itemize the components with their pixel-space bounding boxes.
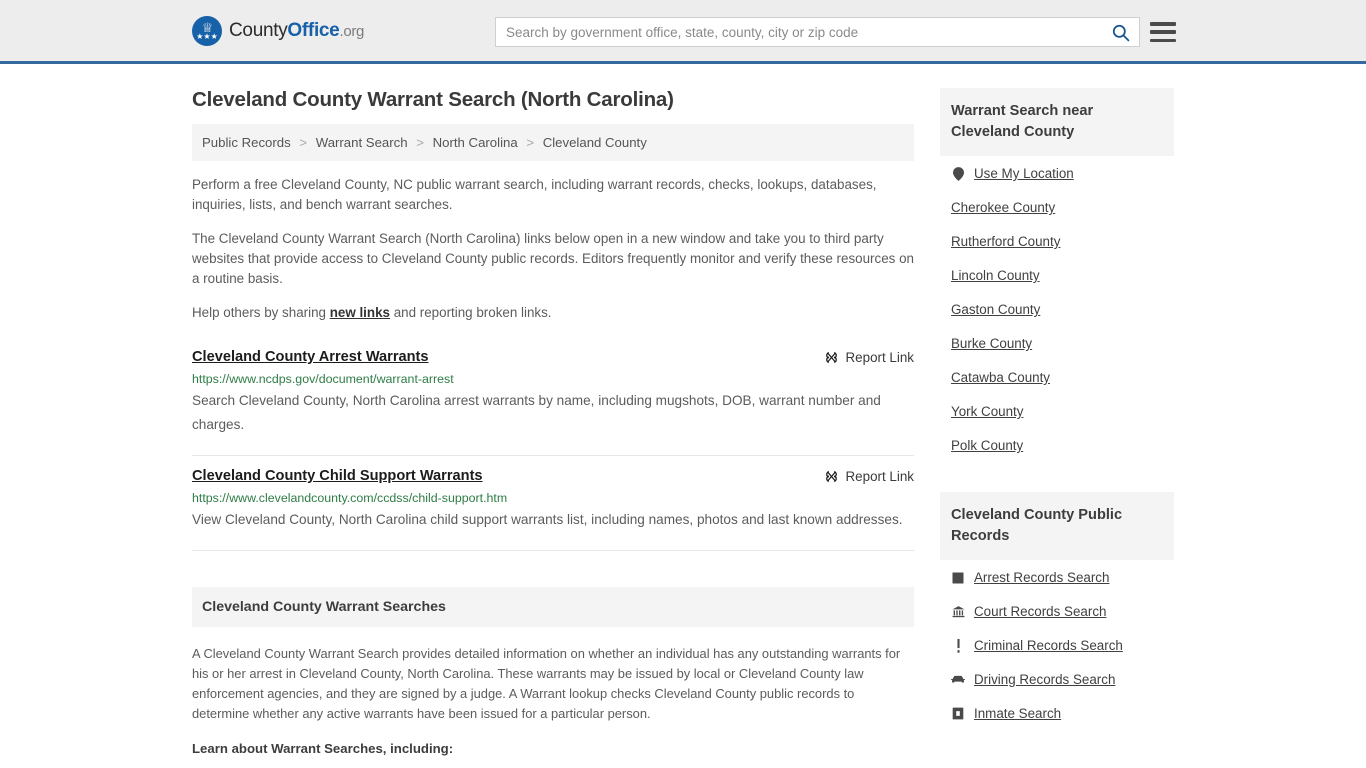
sidebar-public-records-heading: Cleveland County Public Records	[940, 492, 1174, 560]
listing-url: https://www.clevelandcounty.com/ccdss/ch…	[192, 491, 508, 505]
logo-text-county: County	[229, 19, 288, 41]
section-body-text: A Cleveland County Warrant Search provid…	[192, 646, 901, 721]
listing-item: Cleveland County Arrest Warrants Report …	[192, 337, 914, 456]
sidebar-item-gaston-county[interactable]: Gaston County	[940, 292, 1174, 326]
listing-header: Cleveland County Arrest Warrants Report …	[192, 349, 914, 365]
listing-title-link[interactable]: Cleveland County Child Support Warrants	[192, 468, 483, 484]
car-icon	[951, 674, 965, 685]
sidebar-item-polk-county[interactable]: Polk County	[940, 428, 1174, 462]
sidebar-item-burke-county[interactable]: Burke County	[940, 326, 1174, 360]
sidebar-item-court-records-search[interactable]: Court Records Search	[940, 594, 1174, 628]
broken-link-icon	[825, 471, 837, 482]
breadcrumb-item-3[interactable]: Cleveland County	[543, 135, 647, 150]
sidebar-public-records-list: Arrest Records Search Court Records Sear…	[940, 560, 1174, 730]
sidebar-link-label[interactable]: Criminal Records Search	[974, 638, 1123, 653]
listing-description: Search Cleveland County, North Carolina …	[192, 393, 881, 432]
listing-item: Cleveland County Child Support Warrants …	[192, 456, 914, 551]
intro-paragraph-1: Perform a free Cleveland County, NC publ…	[192, 177, 877, 212]
page-container: Cleveland County Warrant Search (North C…	[0, 64, 1366, 768]
search-button[interactable]	[1101, 18, 1139, 46]
sidebar-link-label[interactable]: Use My Location	[974, 166, 1074, 181]
sidebar-item-cherokee-county[interactable]: Cherokee County	[940, 190, 1174, 224]
logo-text: CountyOffice.org	[229, 20, 364, 42]
courthouse-icon	[951, 605, 965, 618]
report-link-label: Report Link	[845, 350, 914, 365]
search-icon	[1112, 24, 1129, 41]
hamburger-bar-1	[1150, 22, 1176, 26]
sidebar-nearby-heading: Warrant Search near Cleveland County	[940, 88, 1174, 156]
sidebar-item-driving-records-search[interactable]: Driving Records Search	[940, 662, 1174, 696]
new-links-link[interactable]: new links	[330, 305, 390, 320]
share-text-post: and reporting broken links.	[389, 305, 552, 320]
countyoffice-emblem-icon: ♕ ★★★	[192, 15, 222, 46]
intro-paragraph-2: The Cleveland County Warrant Search (Nor…	[192, 231, 914, 286]
exclamation-icon	[951, 638, 965, 653]
report-link-button[interactable]: Report Link	[824, 349, 914, 365]
inmate-icon	[951, 707, 965, 720]
sidebar-item-rutherford-county[interactable]: Rutherford County	[940, 224, 1174, 258]
sidebar: Warrant Search near Cleveland County Use…	[940, 64, 1174, 730]
share-text-pre: Help others by sharing	[192, 305, 330, 320]
sidebar-link-label[interactable]: Driving Records Search	[974, 672, 1115, 687]
listing-title-link[interactable]: Cleveland County Arrest Warrants	[192, 349, 429, 365]
intro-paragraph-3: Help others by sharing new links and rep…	[192, 303, 914, 323]
breadcrumb-item-2[interactable]: North Carolina	[433, 135, 518, 150]
sidebar-item-inmate-search[interactable]: Inmate Search	[940, 696, 1174, 730]
sidebar-link-label[interactable]: Polk County	[951, 438, 1023, 453]
report-link-label: Report Link	[845, 469, 914, 484]
breadcrumb: Public Records > Warrant Search > North …	[192, 124, 914, 161]
sidebar-link-label[interactable]: Cherokee County	[951, 200, 1055, 215]
site-logo[interactable]: ♕ ★★★ CountyOffice.org	[192, 15, 364, 46]
sidebar-item-use-my-location[interactable]: Use My Location	[940, 156, 1174, 190]
breadcrumb-item-0[interactable]: Public Records	[202, 135, 291, 150]
section-subheading: Learn about Warrant Searches, including:	[192, 741, 454, 756]
sidebar-item-arrest-records-search[interactable]: Arrest Records Search	[940, 560, 1174, 594]
sidebar-item-catawba-county[interactable]: Catawba County	[940, 360, 1174, 394]
section-heading: Cleveland County Warrant Searches	[192, 587, 914, 627]
report-link-button[interactable]: Report Link	[824, 468, 914, 484]
logo-text-office: Office	[287, 19, 340, 41]
breadcrumb-item-1[interactable]: Warrant Search	[316, 135, 408, 150]
listing-url: https://www.ncdps.gov/document/warrant-a…	[192, 372, 454, 386]
site-header: ♕ ★★★ CountyOffice.org	[0, 0, 1366, 64]
listing-description: View Cleveland County, North Carolina ch…	[192, 512, 903, 527]
sidebar-link-label[interactable]: Burke County	[951, 336, 1032, 351]
hamburger-bar-2	[1150, 30, 1176, 34]
sidebar-link-label[interactable]: Lincoln County	[951, 268, 1040, 283]
sidebar-link-label[interactable]: Inmate Search	[974, 706, 1061, 721]
sidebar-link-label[interactable]: Gaston County	[951, 302, 1040, 317]
search-input[interactable]	[496, 18, 1101, 46]
broken-link-icon	[825, 352, 837, 363]
logo-text-org: .org	[339, 22, 365, 40]
search-bar[interactable]	[495, 17, 1140, 47]
sidebar-link-label[interactable]: York County	[951, 404, 1023, 419]
fingerprint-icon	[951, 572, 965, 584]
stars-glyph: ★★★	[196, 31, 218, 41]
breadcrumb-separator-2: >	[526, 135, 535, 150]
sidebar-nearby-list: Use My Location Cherokee County Rutherfo…	[940, 156, 1174, 462]
hamburger-menu-icon[interactable]	[1150, 20, 1176, 44]
hamburger-bar-3	[1150, 38, 1176, 42]
breadcrumb-separator-0: >	[299, 135, 308, 150]
sidebar-item-york-county[interactable]: York County	[940, 394, 1174, 428]
main-content: Cleveland County Warrant Search (North C…	[192, 64, 914, 768]
listing-header: Cleveland County Child Support Warrants …	[192, 468, 914, 484]
sidebar-item-criminal-records-search[interactable]: Criminal Records Search	[940, 628, 1174, 662]
map-pin-icon	[951, 166, 965, 181]
sidebar-link-label[interactable]: Rutherford County	[951, 234, 1060, 249]
page-title: Cleveland County Warrant Search (North C…	[192, 88, 674, 111]
breadcrumb-separator-1: >	[416, 135, 424, 150]
sidebar-link-label[interactable]: Court Records Search	[974, 604, 1106, 619]
sidebar-link-label[interactable]: Catawba County	[951, 370, 1050, 385]
sidebar-item-lincoln-county[interactable]: Lincoln County	[940, 258, 1174, 292]
sidebar-link-label[interactable]: Arrest Records Search	[974, 570, 1109, 585]
